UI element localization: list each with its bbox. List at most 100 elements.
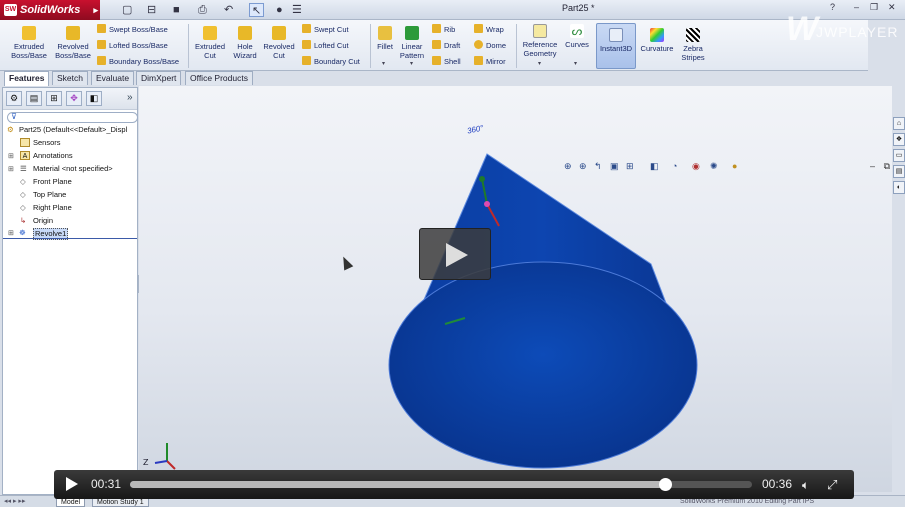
- part-icon: ⚙: [7, 125, 14, 134]
- linear-pattern-button[interactable]: Linear Pattern: [396, 26, 428, 60]
- swept-boss-button[interactable]: Swept Boss/Base: [97, 24, 168, 35]
- viewport-minimize-icon[interactable]: –: [870, 161, 875, 171]
- tab-features[interactable]: Features: [4, 71, 50, 86]
- boundary-cut-label: Boundary Cut: [314, 57, 360, 66]
- dome-button[interactable]: Dome: [474, 40, 506, 51]
- tab-office-products[interactable]: Office Products: [185, 71, 253, 85]
- command-manager: Extruded Boss/Base Revolved Boss/Base Sw…: [0, 20, 868, 71]
- resources-icon[interactable]: ⌂: [893, 117, 905, 130]
- boundary-cut-button[interactable]: Boundary Cut: [302, 56, 360, 67]
- revolved-cut-button[interactable]: Revolved Cut: [261, 26, 297, 60]
- print-icon[interactable]: ⎙: [198, 3, 207, 17]
- shell-button[interactable]: Shell: [432, 56, 461, 67]
- seek-bar-handle[interactable]: [658, 478, 672, 491]
- tree-root-label: Part25 (Default<<Default>_Displ: [19, 125, 128, 134]
- zoom-area-icon[interactable]: ⊕: [579, 161, 587, 172]
- extruded-boss-button[interactable]: Extruded Boss/Base: [8, 26, 50, 60]
- revolved-boss-button[interactable]: Revolved Boss/Base: [52, 26, 94, 60]
- configuration-manager-icon[interactable]: ⊞: [46, 91, 62, 106]
- curvature-button[interactable]: Curvature: [638, 28, 676, 53]
- expand-icon[interactable]: ⊞: [8, 165, 14, 175]
- instant3d-icon: [609, 28, 623, 42]
- dimxpert-manager-icon[interactable]: ✥: [66, 91, 82, 106]
- curvature-label: Curvature: [640, 44, 674, 53]
- instant3d-button[interactable]: Instant3D: [596, 23, 636, 69]
- instant3d-content: Instant3D: [597, 28, 635, 53]
- play-icon[interactable]: [66, 477, 78, 491]
- design-library-icon[interactable]: ❖: [893, 133, 905, 146]
- curves-dropdown-icon[interactable]: ▾: [574, 60, 577, 67]
- solidworks-menu-button[interactable]: SW SolidWorks ▸: [0, 0, 100, 20]
- tab-evaluate[interactable]: Evaluate: [91, 71, 135, 85]
- display-style-icon[interactable]: ◧: [650, 161, 659, 172]
- fillet-dropdown-icon[interactable]: ▾: [382, 60, 385, 67]
- boundary-boss-label: Boundary Boss/Base: [109, 57, 180, 66]
- boundary-icon: [97, 56, 106, 65]
- boundary-boss-button[interactable]: Boundary Boss/Base: [97, 56, 179, 67]
- draft-button[interactable]: Draft: [432, 40, 460, 51]
- file-explorer-icon[interactable]: ▭: [893, 149, 905, 162]
- curves-label: Curves: [565, 40, 589, 49]
- section-view-icon[interactable]: ▣: [610, 161, 619, 172]
- tab-scroll-arrows-icon[interactable]: ◂◂ ▸ ▸▸: [4, 497, 25, 505]
- curves-button[interactable]: ᔕ Curves: [562, 24, 592, 49]
- lofted-cut-button[interactable]: Lofted Cut: [302, 40, 349, 51]
- graphics-area[interactable]: Z 360° ⊕ ⊕ ↰ ▣ ⊞ ◧ ◔ ◉ ✺ ● – ⧉: [139, 86, 892, 492]
- wrap-button[interactable]: Wrap: [474, 24, 504, 35]
- rib-button[interactable]: Rib: [432, 24, 455, 35]
- revolved-cut-label: Revolved Cut: [263, 42, 295, 60]
- hide-show-icon[interactable]: ◔: [672, 161, 677, 171]
- view-palette-icon[interactable]: ▤: [893, 165, 905, 178]
- shell-label: Shell: [444, 57, 461, 66]
- pattern-dropdown-icon[interactable]: ▾: [410, 60, 413, 67]
- zoom-to-fit-icon[interactable]: ⊕: [564, 161, 572, 172]
- reference-geometry-button[interactable]: Reference Geometry: [520, 24, 560, 58]
- big-play-button[interactable]: [419, 228, 491, 280]
- linear-pattern-icon: [405, 26, 419, 40]
- app-name: SolidWorks: [20, 4, 81, 16]
- cone-base: [388, 261, 698, 469]
- feature-tree-icon[interactable]: ⚙: [6, 91, 22, 106]
- mirror-button[interactable]: Mirror: [474, 56, 506, 67]
- feature-manager: ⚙ ▤ ⊞ ✥ ◧ » ⊽ ⚙ Part25 (Default<<Default…: [2, 87, 138, 495]
- zebra-stripes-button[interactable]: Zebra Stripes: [676, 28, 710, 62]
- swept-cut-button[interactable]: Swept Cut: [302, 24, 349, 35]
- options-icon[interactable]: ☰: [292, 3, 302, 17]
- feature-filter-input[interactable]: ⊽: [7, 112, 138, 123]
- extruded-cut-button[interactable]: Extruded Cut: [191, 26, 229, 60]
- zebra-stripes-label: Zebra Stripes: [681, 44, 705, 62]
- select-icon[interactable]: ↖: [249, 3, 265, 17]
- edit-appearance-icon[interactable]: ◉: [692, 161, 700, 172]
- apply-scene-icon[interactable]: ✺: [710, 161, 718, 172]
- view-settings-icon[interactable]: ●: [732, 161, 737, 171]
- viewport-maximize-icon[interactable]: ⧉: [884, 161, 890, 171]
- volume-icon[interactable]: 🔈︎: [802, 478, 809, 493]
- display-manager-icon[interactable]: ◧: [86, 91, 102, 106]
- fillet-button[interactable]: Fillet: [374, 26, 396, 51]
- tree-item-label: Sensors: [33, 138, 61, 147]
- reference-geometry-dropdown-icon[interactable]: ▾: [538, 60, 541, 67]
- rebuild-icon[interactable]: ●: [276, 3, 283, 17]
- tab-dimxpert[interactable]: DimXpert: [136, 71, 182, 85]
- lofted-boss-button[interactable]: Lofted Boss/Base: [97, 40, 168, 51]
- previous-view-icon[interactable]: ↰: [594, 161, 602, 172]
- expand-icon[interactable]: ⊞: [8, 152, 14, 162]
- origin-icon: ↳: [20, 216, 27, 225]
- tab-sketch[interactable]: Sketch: [52, 71, 88, 85]
- property-manager-icon[interactable]: ▤: [26, 91, 42, 106]
- seek-bar-progress: [130, 481, 665, 488]
- appearances-icon[interactable]: ◐: [893, 181, 905, 194]
- save-icon[interactable]: ■: [173, 3, 180, 17]
- rollback-bar[interactable]: [3, 238, 137, 239]
- expand-panel-icon[interactable]: »: [127, 92, 133, 103]
- open-icon[interactable]: ⊟: [147, 3, 156, 17]
- fullscreen-icon[interactable]: ⤢: [827, 477, 837, 493]
- extrude-icon: [22, 26, 36, 40]
- hole-wizard-button[interactable]: Hole Wizard: [229, 26, 261, 60]
- boundary-cut-icon: [302, 56, 311, 65]
- undo-icon[interactable]: ↶: [224, 3, 233, 17]
- seek-bar[interactable]: [130, 478, 752, 491]
- view-orientation-icon[interactable]: ⊞: [626, 161, 634, 172]
- wrap-icon: [474, 24, 483, 33]
- new-document-icon[interactable]: ▢: [122, 3, 132, 17]
